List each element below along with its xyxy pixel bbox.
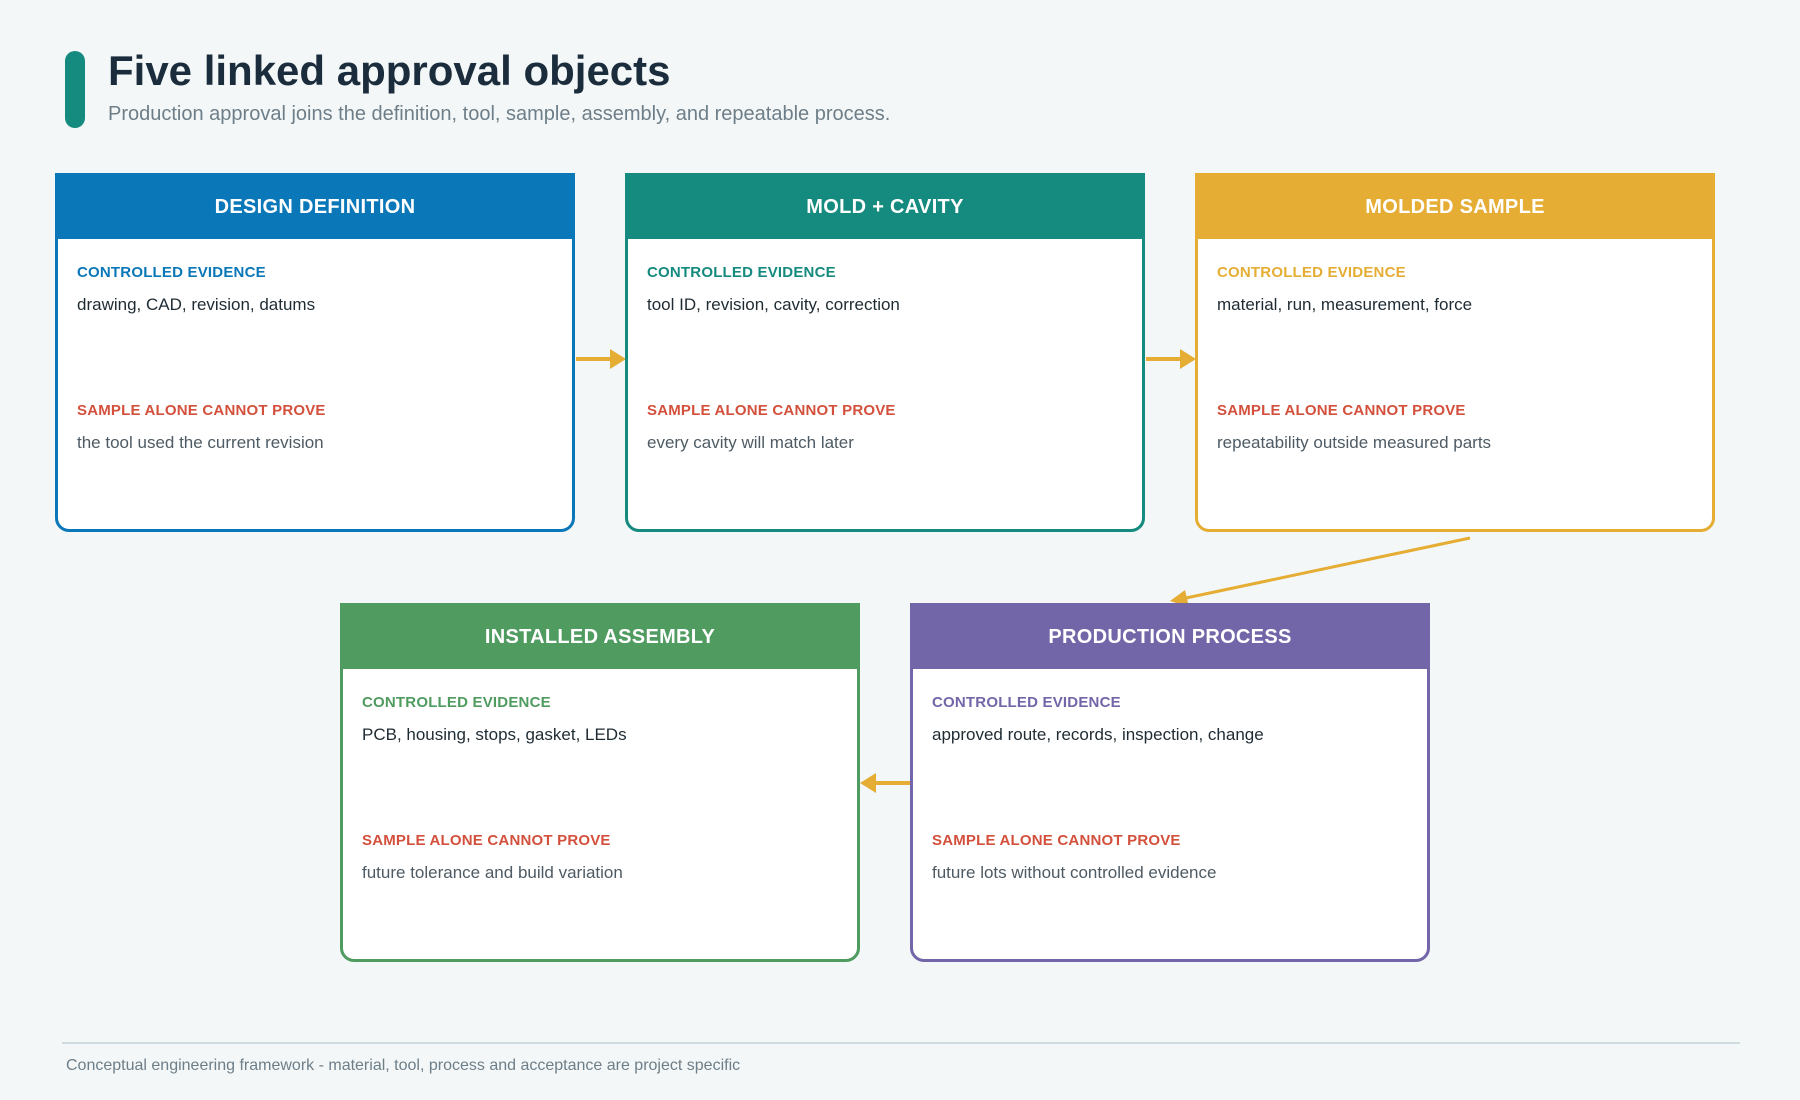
card-header: MOLDED SAMPLE <box>1198 176 1712 239</box>
cannot-prove-text: the tool used the current revision <box>77 433 324 452</box>
cannot-prove-text: every cavity will match later <box>647 433 854 452</box>
controlled-evidence-text: drawing, CAD, revision, datums <box>77 295 316 314</box>
controlled-evidence-label: CONTROLLED EVIDENCE <box>932 694 1121 711</box>
cannot-prove-label: SAMPLE ALONE CANNOT PROVE <box>77 402 326 419</box>
cannot-prove-label: SAMPLE ALONE CANNOT PROVE <box>647 402 896 419</box>
controlled-evidence-label: CONTROLLED EVIDENCE <box>1217 264 1406 281</box>
card-title: INSTALLED ASSEMBLY <box>484 626 716 648</box>
cannot-prove-text: repeatability outside measured parts <box>1217 433 1492 452</box>
controlled-evidence-label: CONTROLLED EVIDENCE <box>647 264 836 281</box>
controlled-evidence-label: CONTROLLED EVIDENCE <box>362 694 551 711</box>
arrow-mold-to-sample <box>1146 349 1196 369</box>
cannot-prove-label: SAMPLE ALONE CANNOT PROVE <box>362 832 611 849</box>
cannot-prove-text: future tolerance and build variation <box>362 863 623 882</box>
card-production-process: PRODUCTION PROCESS CONTROLLED EVIDENCE a… <box>910 603 1430 962</box>
card-title: MOLDED SAMPLE <box>1365 196 1545 218</box>
card-body: CONTROLLED EVIDENCE material, run, measu… <box>1198 239 1712 529</box>
card-mold-cavity: MOLD + CAVITY CONTROLLED EVIDENCE tool I… <box>625 173 1145 532</box>
footer-divider <box>62 1042 1740 1044</box>
card-title: MOLD + CAVITY <box>806 196 964 218</box>
card-header: MOLD + CAVITY <box>628 176 1142 239</box>
diagram-page: Five linked approval objects Production … <box>0 0 1800 1100</box>
card-design-definition: DESIGN DEFINITION CONTROLLED EVIDENCE dr… <box>55 173 575 532</box>
card-body: CONTROLLED EVIDENCE PCB, housing, stops,… <box>343 669 857 959</box>
connector-layer <box>576 349 1471 793</box>
arrow-process-to-assembly <box>860 773 910 793</box>
controlled-evidence-label: CONTROLLED EVIDENCE <box>77 264 266 281</box>
footer-note: Conceptual engineering framework - mater… <box>66 1057 741 1074</box>
card-title: PRODUCTION PROCESS <box>1048 626 1292 648</box>
controlled-evidence-text: PCB, housing, stops, gasket, LEDs <box>362 725 627 744</box>
card-body: CONTROLLED EVIDENCE tool ID, revision, c… <box>628 239 1142 529</box>
controlled-evidence-text: material, run, measurement, force <box>1217 295 1473 314</box>
cannot-prove-text: future lots without controlled evidence <box>932 863 1217 882</box>
controlled-evidence-text: tool ID, revision, cavity, correction <box>647 295 900 314</box>
card-molded-sample: MOLDED SAMPLE CONTROLLED EVIDENCE materi… <box>1195 173 1715 532</box>
card-header: DESIGN DEFINITION <box>58 176 572 239</box>
arrow-design-to-mold <box>576 349 626 369</box>
cannot-prove-label: SAMPLE ALONE CANNOT PROVE <box>1217 402 1466 419</box>
controlled-evidence-text: approved route, records, inspection, cha… <box>932 725 1264 744</box>
cannot-prove-label: SAMPLE ALONE CANNOT PROVE <box>932 832 1181 849</box>
card-title: DESIGN DEFINITION <box>214 196 416 218</box>
card-header: PRODUCTION PROCESS <box>913 606 1427 669</box>
arrow-sample-to-process <box>1170 536 1471 607</box>
card-body: CONTROLLED EVIDENCE approved route, reco… <box>913 669 1427 959</box>
card-body: CONTROLLED EVIDENCE drawing, CAD, revisi… <box>58 239 572 529</box>
card-header: INSTALLED ASSEMBLY <box>343 606 857 669</box>
card-installed-assembly: INSTALLED ASSEMBLY CONTROLLED EVIDENCE P… <box>340 603 860 962</box>
